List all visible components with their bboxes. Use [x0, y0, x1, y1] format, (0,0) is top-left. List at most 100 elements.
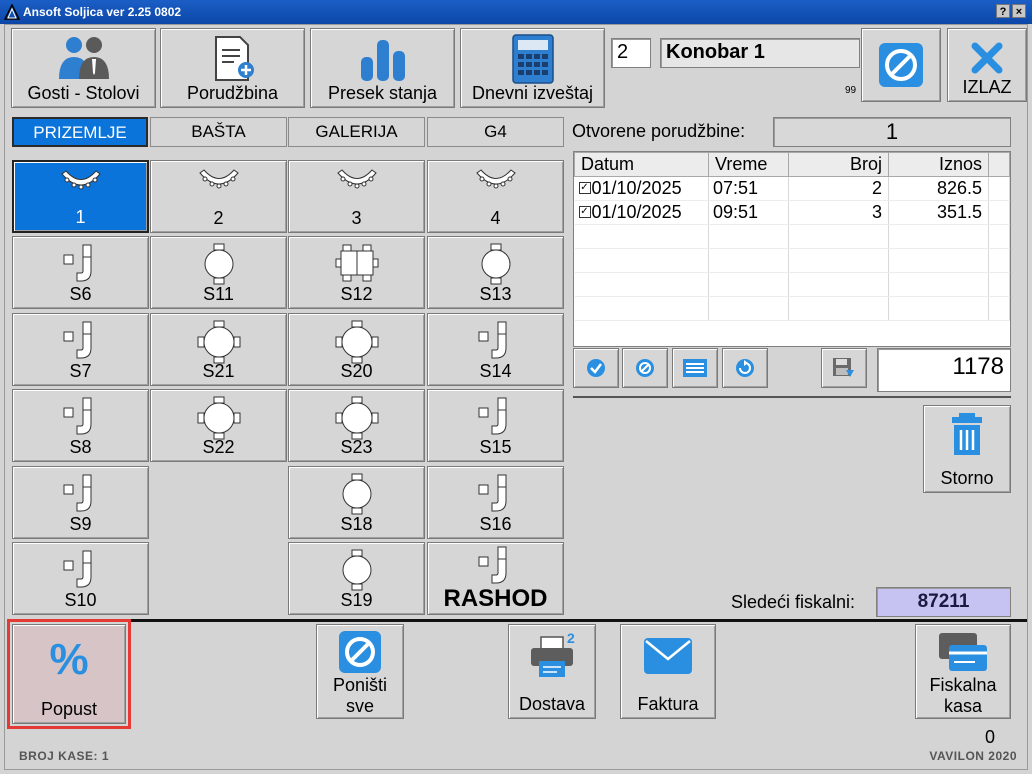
- invoice-button[interactable]: Faktura: [620, 624, 716, 719]
- column-header-datum[interactable]: Datum: [574, 152, 709, 177]
- table-tile-s20[interactable]: S20: [288, 313, 425, 386]
- discount-button[interactable]: % Popust: [12, 624, 126, 724]
- row-filler: [988, 176, 1010, 201]
- delivery-label: Dostava: [518, 694, 586, 714]
- confirm-order-button[interactable]: [573, 348, 619, 388]
- help-button[interactable]: ?: [996, 4, 1010, 18]
- discount-label: Popust: [40, 699, 98, 719]
- column-header-vreme[interactable]: Vreme: [708, 152, 789, 177]
- refresh-button[interactable]: [722, 348, 768, 388]
- table-tile-s22[interactable]: S22: [150, 389, 287, 462]
- tab-g4[interactable]: G4: [427, 117, 564, 147]
- row-iznos: 351.5: [888, 200, 989, 225]
- trash-icon: [952, 413, 982, 455]
- row-datum-cell: ✓ 01/10/2025: [574, 200, 709, 225]
- document-add-icon: [214, 36, 254, 81]
- order-button[interactable]: Porudžbina: [160, 28, 305, 108]
- orders-table-header: Datum Vreme Broj Iznos: [574, 152, 1010, 177]
- refresh-icon: [736, 359, 754, 377]
- daily-report-button[interactable]: Dnevni izveštaj: [460, 28, 605, 108]
- next-fiscal-value: 87211: [876, 587, 1011, 617]
- table-tile-label: S19: [340, 590, 373, 610]
- corner-seat-icon: [63, 550, 91, 588]
- round-table-4-icon: [335, 396, 378, 440]
- invoice-label: Faktura: [637, 694, 699, 714]
- tab-galerija[interactable]: GALERIJA: [288, 117, 425, 147]
- exit-button[interactable]: IZLAZ: [947, 28, 1027, 102]
- table-tile-label: S21: [202, 361, 235, 381]
- checkbox[interactable]: ✓: [578, 206, 591, 218]
- bar-counter-icon: [475, 169, 516, 189]
- envelope-icon: [644, 638, 692, 674]
- bar-counter-icon: [198, 169, 239, 189]
- storno-button[interactable]: Storno: [923, 405, 1011, 493]
- round-table-2-icon: [204, 243, 233, 285]
- snapshot-button[interactable]: Presek stanja: [310, 28, 455, 108]
- save-button[interactable]: [821, 348, 867, 388]
- table-tile-s23[interactable]: S23: [288, 389, 425, 462]
- table-tile-rashod[interactable]: RASHOD: [427, 542, 564, 615]
- table-tile-label: S12: [340, 284, 373, 304]
- corner-seat-icon: [478, 546, 506, 584]
- cancel-all-label-2: sve: [345, 696, 374, 716]
- table-row[interactable]: ✓ 01/10/2025 09:51 3 351.5: [574, 200, 1010, 225]
- fiscal-register-button[interactable]: Fiskalna kasa: [915, 624, 1011, 719]
- table-tile-s6[interactable]: S6: [12, 236, 149, 309]
- guests-tables-button[interactable]: Gosti - Stolovi: [11, 28, 156, 108]
- tab-basta[interactable]: BAŠTA: [150, 117, 287, 147]
- table-tile-label: S16: [479, 514, 512, 534]
- cancel-all-button[interactable]: Poništi sve: [316, 624, 404, 719]
- bar-counter-icon: [336, 169, 377, 189]
- list-view-button[interactable]: [672, 348, 718, 388]
- close-button[interactable]: ×: [1012, 4, 1026, 18]
- table-tile-s19[interactable]: S19: [288, 542, 425, 615]
- table-tile-label: 3: [351, 208, 362, 228]
- table-tile-s16[interactable]: S16: [427, 466, 564, 539]
- table-tile-s11[interactable]: S11: [150, 236, 287, 309]
- table-tile-label: RASHOD: [443, 585, 548, 612]
- row-datum-cell: ✓ 01/10/2025: [574, 176, 709, 201]
- percent-icon: %: [49, 635, 89, 684]
- prohibit-small-icon: [636, 359, 654, 377]
- table-tile-1[interactable]: 1: [12, 160, 149, 233]
- rect-table-6-icon: [335, 244, 378, 282]
- daily-report-label: Dnevni izveštaj: [471, 83, 594, 103]
- round-table-2-icon: [342, 473, 371, 515]
- table-tile-label: S18: [340, 514, 373, 534]
- table-row-empty: [574, 296, 1010, 321]
- round-table-2-icon: [481, 243, 510, 285]
- table-tile-4[interactable]: 4: [427, 160, 564, 233]
- bar-chart-icon: [360, 40, 405, 81]
- round-table-2-icon: [342, 549, 371, 591]
- table-tile-3[interactable]: 3: [288, 160, 425, 233]
- table-tile-s10[interactable]: S10: [12, 542, 149, 615]
- table-tile-s7[interactable]: S7: [12, 313, 149, 386]
- round-table-4-icon: [335, 320, 378, 364]
- printer-icon: 2: [531, 631, 575, 677]
- table-tile-s8[interactable]: S8: [12, 389, 149, 462]
- table-tile-s12[interactable]: S12: [288, 236, 425, 309]
- storno-label: Storno: [940, 468, 994, 488]
- table-tile-2[interactable]: 2: [150, 160, 287, 233]
- table-tile-s21[interactable]: S21: [150, 313, 287, 386]
- table-row-empty: [574, 272, 1010, 297]
- table-tile-s15[interactable]: S15: [427, 389, 564, 462]
- corner-seat-icon: [478, 321, 506, 359]
- column-header-filler: [988, 152, 1010, 177]
- table-tile-s14[interactable]: S14: [427, 313, 564, 386]
- table-tile-s9[interactable]: S9: [12, 466, 149, 539]
- table-tile-label: S9: [69, 514, 92, 534]
- guests-tables-label: Gosti - Stolovi: [27, 83, 140, 103]
- column-header-iznos[interactable]: Iznos: [888, 152, 989, 177]
- table-tile-s13[interactable]: S13: [427, 236, 564, 309]
- waiter-number-field[interactable]: 2: [611, 38, 651, 68]
- table-tile-label: S7: [69, 361, 92, 381]
- table-row[interactable]: ✓ 01/10/2025 07:51 2 826.5: [574, 176, 1010, 201]
- cancel-waiter-button[interactable]: [861, 28, 941, 102]
- tab-prizemlje[interactable]: PRIZEMLJE: [12, 117, 148, 147]
- column-header-broj[interactable]: Broj: [788, 152, 889, 177]
- cancel-order-button[interactable]: [622, 348, 668, 388]
- table-tile-s18[interactable]: S18: [288, 466, 425, 539]
- checkbox[interactable]: ✓: [578, 182, 591, 194]
- delivery-button[interactable]: 2 Dostava: [508, 624, 596, 719]
